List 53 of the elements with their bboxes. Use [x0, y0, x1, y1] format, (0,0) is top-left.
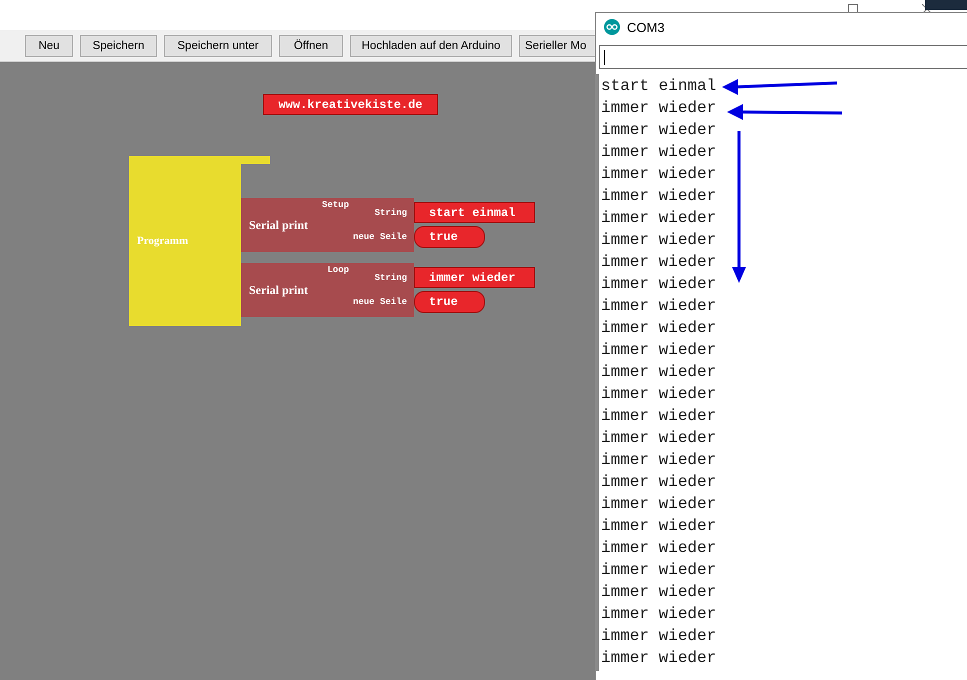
input-label: neue Seile	[352, 232, 407, 242]
program-block[interactable]: Programm Setup Serial print String start einmal neue Seile true Loop Serial print String immer wieder neue Seile true	[129, 156, 535, 328]
toolbar-button[interactable]: Öffnen	[279, 34, 343, 56]
output-line: immer wieder	[601, 165, 716, 185]
maximize-icon[interactable]	[848, 4, 858, 12]
output-line: immer wieder	[601, 363, 716, 383]
output-line: immer wieder	[601, 561, 716, 581]
block-title: Serial print	[249, 218, 308, 232]
toolbar-button[interactable]: Hochladen auf den Arduino	[350, 34, 512, 56]
desktop-background	[925, 0, 967, 10]
boolean-block[interactable]: true	[414, 291, 485, 313]
output-line: immer wieder	[601, 209, 716, 229]
output-line: immer wieder	[601, 231, 716, 251]
output-line: immer wieder	[601, 649, 716, 669]
output-line: immer wieder	[601, 451, 716, 471]
text-block[interactable]: www.kreativekiste.de	[263, 94, 438, 115]
block-title: Programm	[137, 235, 188, 247]
output-line: immer wieder	[601, 319, 716, 339]
section-label: Loop	[327, 265, 349, 275]
output-line: immer wieder	[601, 297, 716, 317]
boolean-block[interactable]: true	[414, 226, 485, 248]
output-line: immer wieder	[601, 341, 716, 361]
block-title: Serial print	[249, 282, 308, 298]
output-line: immer wieder	[601, 187, 716, 207]
output-line: immer wieder	[601, 275, 716, 295]
text-cursor	[604, 50, 605, 64]
output-line: immer wieder	[601, 473, 716, 493]
output-line: start einmal	[601, 77, 716, 97]
section-label: Setup	[322, 200, 349, 210]
input-label: String	[374, 208, 407, 218]
toolbar-button[interactable]: Speichern unter	[164, 34, 272, 56]
window-title: COM3	[627, 20, 665, 34]
output-line: immer wieder	[601, 517, 716, 537]
output-line: immer wieder	[601, 407, 716, 427]
output-line: immer wieder	[601, 99, 716, 119]
output-line: immer wieder	[601, 627, 716, 647]
output-line: immer wieder	[601, 121, 716, 141]
output-line: immer wieder	[601, 539, 716, 559]
output-line: immer wieder	[601, 429, 716, 449]
output-line: immer wieder	[601, 605, 716, 625]
output-line: immer wieder	[601, 495, 716, 515]
input-field[interactable]	[599, 45, 967, 69]
logo-icon	[604, 19, 620, 35]
input-label: neue Seile	[352, 297, 407, 307]
output-line: immer wieder	[601, 253, 716, 273]
toolbar-button[interactable]: Neu	[25, 34, 73, 56]
output-line: immer wieder	[601, 583, 716, 603]
toolbar-button[interactable]: Speichern	[80, 34, 157, 56]
input-label: String	[374, 272, 407, 282]
string-block[interactable]: start einmal	[414, 202, 535, 223]
string-block[interactable]: immer wieder	[414, 267, 535, 288]
output-line: immer wieder	[601, 385, 716, 405]
output-line: immer wieder	[601, 143, 716, 163]
